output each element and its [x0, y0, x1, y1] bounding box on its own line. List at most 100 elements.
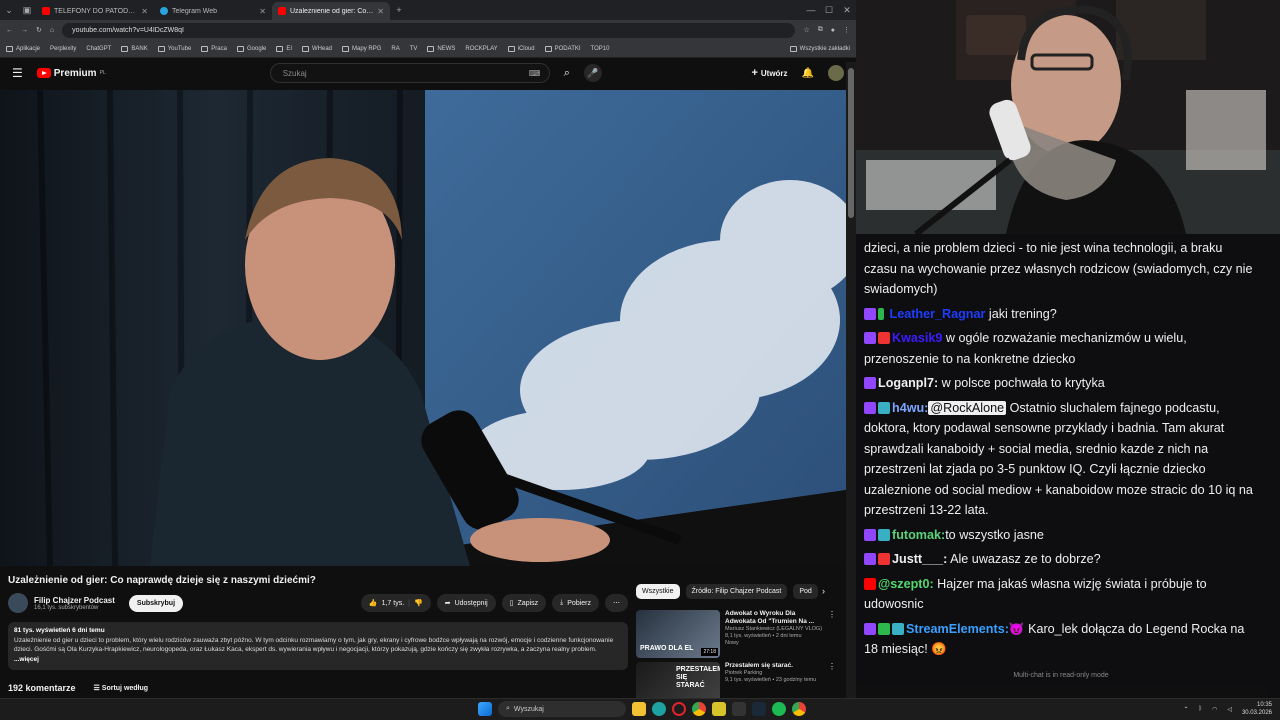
- bookmark-item[interactable]: BANK: [121, 45, 148, 52]
- chrome-active-icon[interactable]: [792, 702, 806, 716]
- chrome-icon[interactable]: [692, 702, 706, 716]
- video-thumbnail[interactable]: PRAWO DLA EL 27:18: [636, 610, 720, 658]
- sort-comments-button[interactable]: ☰ Sortuj według: [94, 684, 149, 692]
- steam-icon[interactable]: [752, 702, 766, 716]
- video-thumbnail[interactable]: PRZESTAŁEM SIĘ STARAĆ: [636, 662, 720, 698]
- create-button[interactable]: + Utwórz: [751, 67, 787, 79]
- chat-username[interactable]: h4wu:: [892, 401, 928, 415]
- keyboard-icon[interactable]: ⌨: [529, 69, 549, 78]
- maximize-icon[interactable]: ☐: [820, 0, 838, 20]
- url-field[interactable]: youtube.com/watch?v=U4IDcZW8qI: [62, 22, 796, 38]
- chat-username[interactable]: Loganpl7:: [878, 376, 938, 390]
- notifications-bell-icon[interactable]: 🔔: [802, 68, 814, 79]
- subscribe-button[interactable]: Subskrybuj: [128, 594, 184, 612]
- close-tab-icon[interactable]: ✕: [259, 7, 266, 16]
- tab-bar: ⌄ ▣ TELEFONY DO PATODEWELOP✕ Telegram We…: [0, 0, 856, 20]
- chat-username[interactable]: futomak:: [892, 528, 945, 542]
- edge-icon[interactable]: [652, 702, 666, 716]
- bookmark-item[interactable]: iCloud: [507, 45, 535, 52]
- like-button[interactable]: 👍 1,7 tys. | 👎: [360, 594, 431, 612]
- chip-podcasts[interactable]: Pod: [793, 584, 818, 599]
- bluetooth-icon[interactable]: ᛒ: [1198, 706, 1202, 712]
- download-icon[interactable]: [732, 702, 746, 716]
- bookmark-item[interactable]: NEWS: [427, 45, 455, 52]
- tab-search-icon[interactable]: ⌄: [0, 0, 18, 20]
- profile-icon[interactable]: ●: [831, 27, 835, 34]
- channel-avatar[interactable]: [8, 593, 28, 613]
- tab-telegram[interactable]: Telegram Web ✕: [154, 2, 272, 20]
- bookmark-item[interactable]: WHead: [302, 45, 332, 52]
- recommendation-channel: Piotrek Parking: [725, 670, 763, 676]
- chat-username[interactable]: Leather_Ragnar: [890, 307, 986, 321]
- file-explorer-icon[interactable]: [632, 702, 646, 716]
- opera-icon[interactable]: [672, 702, 686, 716]
- account-avatar[interactable]: [828, 65, 844, 81]
- recommendation-item[interactable]: PRZESTAŁEM SIĘ STARAĆ Przestałem się sta…: [636, 662, 836, 698]
- youtube-logo[interactable]: Premium PL: [36, 68, 106, 79]
- wifi-icon[interactable]: ◠: [1212, 706, 1217, 713]
- home-icon[interactable]: ⌂: [50, 27, 54, 34]
- recommendation-item[interactable]: PRAWO DLA EL 27:18 Adwokat o Wyroku Dla …: [636, 610, 836, 658]
- microphone-icon[interactable]: 🎤: [583, 64, 602, 82]
- search-icon[interactable]: ⌕: [564, 67, 570, 80]
- minimize-icon[interactable]: —: [802, 0, 820, 20]
- bookmark-item[interactable]: ROCKPLAY: [465, 46, 497, 52]
- all-bookmarks[interactable]: Wszystkie zakładki: [789, 45, 850, 52]
- forward-icon[interactable]: →: [21, 27, 28, 34]
- workspace-icon[interactable]: ▣: [18, 0, 36, 20]
- thumbs-down-icon[interactable]: 👎: [414, 599, 423, 607]
- close-window-icon[interactable]: ✕: [838, 0, 856, 20]
- channel-row: Filip Chajzer Podcast 16,1 tys. subskryb…: [8, 592, 628, 614]
- scrollbar-thumb[interactable]: [848, 68, 854, 218]
- tab-youtube-video[interactable]: Uzależnienie od gier: Co napra✕: [272, 2, 390, 20]
- description-box[interactable]: 81 tys. wyświetleń 6 dni temu Uzależnien…: [8, 622, 628, 670]
- bookmark-item[interactable]: TOP10: [591, 46, 610, 52]
- chat-username[interactable]: Justt___:: [892, 552, 947, 566]
- chip-all[interactable]: Wszystkie: [636, 584, 680, 599]
- chat-username[interactable]: @szept0:: [878, 577, 934, 591]
- chevron-up-icon[interactable]: ⌃: [1183, 706, 1188, 713]
- chat-username[interactable]: StreamElements:: [906, 622, 1009, 636]
- windows-start-icon[interactable]: [478, 702, 492, 716]
- volume-icon[interactable]: ◁: [1227, 706, 1232, 713]
- spotify-icon[interactable]: [772, 702, 786, 716]
- more-options-icon[interactable]: ⋮: [828, 662, 836, 698]
- share-button[interactable]: ➦ Udostępnij: [436, 594, 496, 612]
- chip-source[interactable]: Źródło: Filip Chajzer Podcast: [685, 584, 788, 599]
- close-tab-icon[interactable]: ✕: [377, 7, 384, 16]
- bookmark-item[interactable]: ChatGPT: [86, 46, 111, 52]
- more-actions-button[interactable]: ⋯: [605, 594, 628, 612]
- notes-icon[interactable]: [712, 702, 726, 716]
- bookmark-item[interactable]: EI: [276, 45, 292, 52]
- reload-icon[interactable]: ↻: [36, 26, 42, 34]
- bookmark-item[interactable]: RA: [391, 46, 399, 52]
- channel-name[interactable]: Filip Chajzer Podcast: [34, 596, 115, 605]
- chat-username[interactable]: Kwasik9: [892, 331, 942, 345]
- tab-patodewelop[interactable]: TELEFONY DO PATODEWELOP✕: [36, 2, 154, 20]
- menu-icon[interactable]: ⋮: [843, 26, 850, 34]
- bookmark-item[interactable]: TV: [410, 46, 418, 52]
- extensions-icon[interactable]: ⧉: [818, 26, 823, 34]
- bookmark-item[interactable]: Google: [236, 45, 266, 52]
- taskbar-search-input[interactable]: ⌕ Wyszukaj: [498, 701, 626, 717]
- bookmark-star-icon[interactable]: ☆: [803, 26, 809, 34]
- chevron-right-icon[interactable]: ›: [822, 586, 825, 596]
- more-options-icon[interactable]: ⋮: [828, 610, 836, 658]
- clock[interactable]: 10:35 30.03.2026: [1242, 701, 1272, 717]
- show-more-link[interactable]: ...więcej: [14, 656, 39, 663]
- save-button[interactable]: ▯ Zapisz: [501, 594, 547, 612]
- new-tab-button[interactable]: +: [390, 0, 408, 20]
- page-scrollbar[interactable]: [846, 62, 856, 698]
- bookmark-item[interactable]: Perplexity: [50, 46, 76, 52]
- bookmark-item[interactable]: YouTube: [157, 45, 191, 52]
- hamburger-menu-icon[interactable]: ☰: [12, 66, 23, 80]
- download-button[interactable]: ⤓ Pobierz: [552, 594, 599, 612]
- search-input[interactable]: Szukaj ⌨: [269, 63, 550, 83]
- bookmark-item[interactable]: Praca: [201, 45, 227, 52]
- close-tab-icon[interactable]: ✕: [141, 7, 148, 16]
- bookmark-item[interactable]: Mapy RPG: [342, 45, 381, 52]
- back-icon[interactable]: ←: [6, 27, 13, 34]
- bookmark-item[interactable]: PODATKI: [544, 45, 581, 52]
- bookmark-item[interactable]: Aplikacje: [6, 45, 40, 52]
- video-player[interactable]: [0, 90, 846, 566]
